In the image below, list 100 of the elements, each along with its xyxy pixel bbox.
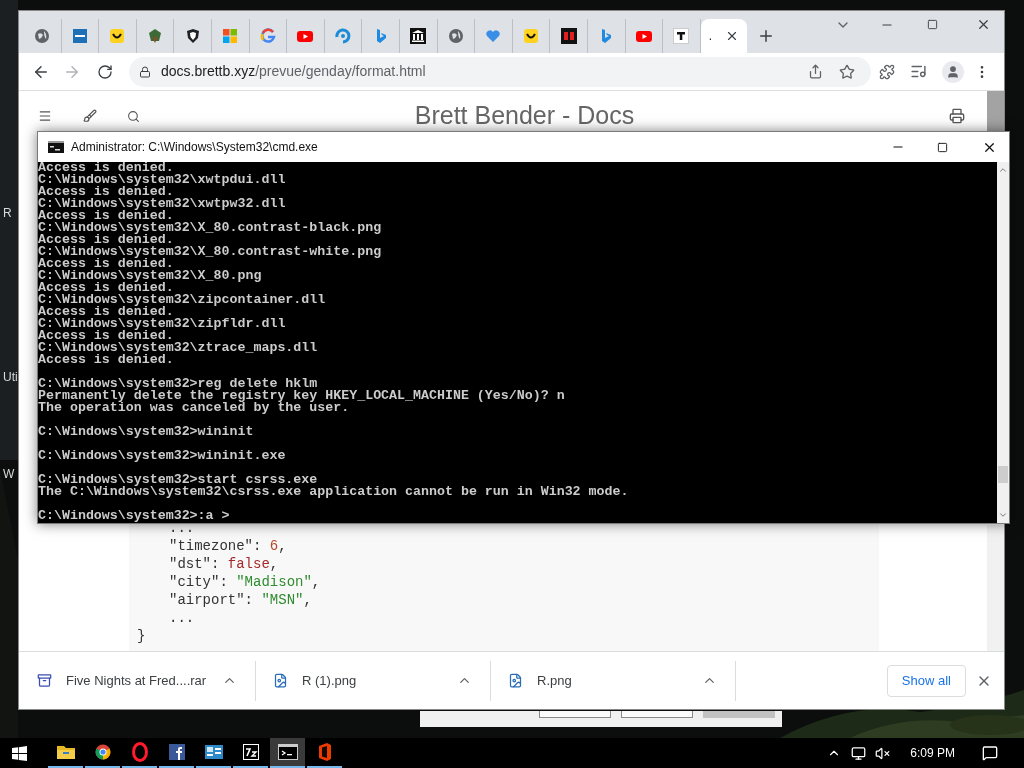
scroll-down-icon[interactable] (998, 510, 1008, 520)
address-field[interactable]: docs.brettb.xyz/prevue/genday/format.html (129, 56, 871, 87)
console-line: Access is denied. (38, 306, 174, 318)
brush-icon[interactable] (83, 109, 97, 123)
chrome-icon (94, 744, 111, 760)
globe-icon (447, 28, 464, 44)
console-line: C:\Windows\system32\xwtpdui.dll (38, 174, 286, 186)
show-all-button[interactable]: Show all (886, 664, 966, 697)
office-icon (316, 742, 333, 762)
maximize-icon[interactable] (937, 141, 948, 153)
console-line: C:\Windows\system32>start csrss.exe (38, 474, 318, 486)
notification-icon[interactable] (982, 745, 998, 761)
play-icon (297, 28, 314, 44)
code-line: ... (168, 609, 195, 627)
console-line: Permanently delete the registry key HKEY_LOCAL_MACHINE (Yes/No)? n (38, 390, 565, 402)
console-line: C:\Windows\system32\ztrace_maps.dll (38, 342, 318, 354)
scrollbar-thumb[interactable] (987, 91, 1004, 131)
download-item[interactable]: R (1).png (256, 660, 491, 701)
print-icon[interactable] (949, 108, 965, 124)
reload-icon[interactable] (97, 63, 113, 80)
window-title: Administrator: C:\Windows\System32\cmd.exe (71, 139, 318, 156)
taskbar-app[interactable] (270, 738, 305, 768)
console-line: C:\Windows\system32\zipcontainer.dll (38, 294, 326, 306)
page-title: Brett Bender - Docs (413, 100, 636, 132)
swirl-icon (335, 28, 352, 44)
code-line: "timezone": 6, (168, 537, 287, 555)
panel-icon (203, 744, 224, 760)
gem-icon (147, 28, 164, 44)
console-line: Access is denied. (38, 354, 174, 366)
url-text: docs.brettb.xyz/prevue/genday/format.html (161, 62, 426, 81)
clock[interactable]: 6:09 PM (910, 744, 955, 762)
console-line: Access is denied. (38, 234, 174, 246)
scroll-up-icon[interactable] (998, 165, 1008, 175)
dialog-button[interactable] (539, 711, 611, 718)
console-line: Access is denied. (38, 210, 174, 222)
ring-icon (259, 28, 276, 44)
console-line: Access is denied. (38, 282, 174, 294)
square-icon (673, 28, 690, 44)
desktop-icon-label[interactable]: W (3, 468, 15, 480)
download-name: Five Nights at Fred....rar (66, 671, 207, 690)
archive-icon (242, 744, 259, 760)
download-name: R (1).png (302, 671, 357, 690)
console-line: C:\Windows\system32>wininit (38, 426, 254, 438)
square-icon (560, 28, 577, 44)
smile-icon (523, 28, 539, 44)
square-icon (71, 28, 88, 44)
console-line: Access is denied. (38, 162, 174, 174)
download-item[interactable]: Five Nights at Fred....rar (19, 660, 256, 701)
globe-icon (34, 28, 51, 44)
image-file-icon (273, 673, 288, 688)
code-line: "airport": "MSN", (168, 591, 312, 609)
museum-icon (410, 28, 427, 44)
share-icon[interactable] (808, 64, 823, 79)
scrollbar-track[interactable] (987, 525, 1004, 651)
download-name: R.png (537, 671, 572, 690)
profile-icon[interactable] (942, 60, 964, 83)
facebook-icon (168, 744, 185, 760)
desktop-icon-label[interactable]: Uti (3, 371, 18, 383)
network-icon[interactable] (851, 745, 867, 761)
scrollbar[interactable] (997, 162, 1009, 523)
smile-icon (109, 28, 126, 44)
volume-muted-icon[interactable] (875, 745, 891, 761)
console-line: C:\Windows\system32>reg delete hklm (38, 378, 318, 390)
tab-title: . (708, 28, 713, 45)
search-icon[interactable] (127, 109, 140, 123)
heart-icon (485, 28, 502, 44)
console-line: Access is denied. (38, 258, 174, 270)
console-line: Access is denied. (38, 186, 174, 198)
scrollbar-thumb[interactable] (998, 466, 1008, 483)
browser-tab[interactable]: . (700, 19, 747, 53)
dialog-button[interactable] (621, 711, 693, 718)
console-line: C:\Windows\system32\zipfldr.dll (38, 318, 286, 330)
play-icon (635, 28, 652, 44)
console-line: C:\Windows\system32>:a > (38, 510, 230, 522)
console-line: C:\Windows\system32\X_80.contrast-black.png (38, 222, 382, 234)
console-line: C:\Windows\system32\X_80.png (38, 270, 262, 282)
code-line: } (137, 627, 146, 645)
code-line: ... (169, 520, 195, 537)
console-line: Access is denied. (38, 330, 174, 342)
extensions-icon[interactable] (879, 63, 895, 80)
maximize-icon[interactable] (927, 19, 938, 30)
lock-icon (139, 65, 151, 78)
playlist-icon[interactable] (910, 63, 927, 80)
close-icon[interactable] (976, 17, 991, 32)
windows-logo-icon[interactable] (12, 745, 27, 761)
tiles-icon (222, 28, 239, 44)
console-line: C:\Windows\system32\xwtpw32.dll (38, 198, 286, 210)
code-line: "dst": false, (168, 555, 279, 573)
download-item[interactable]: R.png (491, 660, 736, 701)
desktop-icon-label[interactable]: R (3, 207, 12, 219)
image-file-icon (508, 673, 523, 688)
bookmark-icon[interactable] (839, 63, 855, 80)
console-line: C:\Windows\system32\X_80.contrast-white.png (38, 246, 382, 258)
archive-icon (37, 673, 52, 688)
terminal-icon (277, 744, 298, 760)
ring-icon (131, 742, 148, 762)
code-line: "city": "Madison", (168, 573, 321, 591)
terminal-icon (48, 141, 64, 153)
console-line: The operation was canceled by the user. (38, 402, 350, 414)
console-line: C:\Windows\system32>wininit.exe (38, 450, 286, 462)
